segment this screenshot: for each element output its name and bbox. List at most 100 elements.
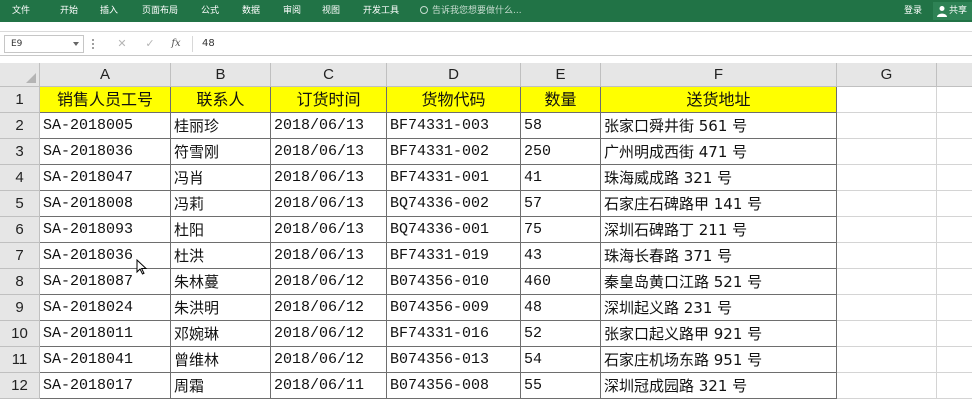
row-header[interactable]: 12	[0, 373, 40, 399]
table-cell[interactable]: 2018/06/12	[271, 321, 387, 347]
column-header-b[interactable]: B	[171, 63, 271, 87]
table-cell[interactable]: 54	[521, 347, 601, 373]
table-cell[interactable]: BQ74336-002	[387, 191, 521, 217]
row-header[interactable]: 1	[0, 87, 40, 113]
table-cell[interactable]: 符雪刚	[171, 139, 271, 165]
cell-empty[interactable]	[937, 87, 972, 113]
select-all-button[interactable]	[0, 63, 40, 87]
cell-header[interactable]: 数量	[521, 87, 601, 113]
tab-insert[interactable]: 插入	[100, 0, 118, 22]
cell-header[interactable]: 销售人员工号	[40, 87, 171, 113]
formula-bar-grip[interactable]	[92, 39, 94, 49]
table-cell[interactable]: 深圳起义路 231 号	[601, 295, 837, 321]
table-cell[interactable]: 48	[521, 295, 601, 321]
table-cell[interactable]: SA-2018008	[40, 191, 171, 217]
row-header[interactable]: 10	[0, 321, 40, 347]
tab-home[interactable]: 开始	[60, 0, 78, 22]
table-cell[interactable]: SA-2018024	[40, 295, 171, 321]
table-cell[interactable]: B074356-010	[387, 269, 521, 295]
row-header[interactable]: 9	[0, 295, 40, 321]
cell-empty[interactable]	[837, 295, 937, 321]
table-cell[interactable]: 2018/06/12	[271, 295, 387, 321]
table-cell[interactable]: 2018/06/12	[271, 347, 387, 373]
row-header[interactable]: 7	[0, 243, 40, 269]
table-cell[interactable]: SA-2018017	[40, 373, 171, 399]
cell-empty[interactable]	[837, 165, 937, 191]
table-cell[interactable]: 55	[521, 373, 601, 399]
table-cell[interactable]: 珠海长春路 371 号	[601, 243, 837, 269]
cell-empty[interactable]	[937, 347, 972, 373]
tab-developer[interactable]: 开发工具	[363, 0, 399, 22]
cell-empty[interactable]	[937, 217, 972, 243]
cancel-icon[interactable]: ✕	[114, 36, 130, 52]
row-header[interactable]: 8	[0, 269, 40, 295]
column-header-d[interactable]: D	[387, 63, 521, 87]
insert-function-icon[interactable]: fx	[168, 36, 184, 52]
column-header-a[interactable]: A	[40, 63, 171, 87]
table-cell[interactable]: 2018/06/11	[271, 373, 387, 399]
column-header-h[interactable]	[937, 63, 972, 87]
table-cell[interactable]: 秦皇岛黄口江路 521 号	[601, 269, 837, 295]
row-header[interactable]: 4	[0, 165, 40, 191]
chevron-down-icon[interactable]	[73, 42, 79, 46]
cell-empty[interactable]	[937, 139, 972, 165]
table-cell[interactable]: SA-2018011	[40, 321, 171, 347]
table-cell[interactable]: 2018/06/13	[271, 113, 387, 139]
name-box[interactable]: E9	[4, 35, 84, 53]
table-cell[interactable]: B074356-013	[387, 347, 521, 373]
column-header-f[interactable]: F	[601, 63, 837, 87]
cell-header[interactable]: 送货地址	[601, 87, 837, 113]
table-cell[interactable]: BF74331-019	[387, 243, 521, 269]
table-cell[interactable]: SA-2018047	[40, 165, 171, 191]
cell-empty[interactable]	[937, 321, 972, 347]
table-cell[interactable]: SA-2018093	[40, 217, 171, 243]
table-cell[interactable]: 250	[521, 139, 601, 165]
cell-header[interactable]: 联系人	[171, 87, 271, 113]
cell-empty[interactable]	[937, 113, 972, 139]
table-cell[interactable]: 邓婉琳	[171, 321, 271, 347]
table-cell[interactable]: SA-2018005	[40, 113, 171, 139]
cell-empty[interactable]	[837, 269, 937, 295]
table-cell[interactable]: SA-2018036	[40, 243, 171, 269]
table-cell[interactable]: 58	[521, 113, 601, 139]
table-cell[interactable]: 曾维林	[171, 347, 271, 373]
table-cell[interactable]: 朱林蔓	[171, 269, 271, 295]
cell-empty[interactable]	[837, 243, 937, 269]
tab-review[interactable]: 审阅	[283, 0, 301, 22]
table-cell[interactable]: 2018/06/13	[271, 191, 387, 217]
table-cell[interactable]: 52	[521, 321, 601, 347]
column-header-c[interactable]: C	[271, 63, 387, 87]
table-cell[interactable]: 杜洪	[171, 243, 271, 269]
formula-input[interactable]: 48	[202, 36, 215, 52]
cell-empty[interactable]	[937, 295, 972, 321]
table-cell[interactable]: 张家口起义路甲 921 号	[601, 321, 837, 347]
table-cell[interactable]: 冯莉	[171, 191, 271, 217]
cell-empty[interactable]	[837, 321, 937, 347]
table-cell[interactable]: 43	[521, 243, 601, 269]
table-cell[interactable]: 石家庄石碑路甲 141 号	[601, 191, 837, 217]
share-button[interactable]: 共享	[933, 2, 972, 20]
table-cell[interactable]: 珠海威成路 321 号	[601, 165, 837, 191]
table-cell[interactable]: BF74331-001	[387, 165, 521, 191]
table-cell[interactable]: 41	[521, 165, 601, 191]
table-cell[interactable]: 冯肖	[171, 165, 271, 191]
cell-empty[interactable]	[937, 269, 972, 295]
table-cell[interactable]: 张家口舜井街 561 号	[601, 113, 837, 139]
table-cell[interactable]: 57	[521, 191, 601, 217]
cell-empty[interactable]	[837, 347, 937, 373]
cell-empty[interactable]	[837, 217, 937, 243]
cell-empty[interactable]	[937, 165, 972, 191]
cell-header[interactable]: 货物代码	[387, 87, 521, 113]
table-cell[interactable]: BF74331-016	[387, 321, 521, 347]
table-cell[interactable]: 石家庄机场东路 951 号	[601, 347, 837, 373]
table-cell[interactable]: 朱洪明	[171, 295, 271, 321]
table-cell[interactable]: SA-2018087	[40, 269, 171, 295]
row-header[interactable]: 2	[0, 113, 40, 139]
row-header[interactable]: 11	[0, 347, 40, 373]
table-cell[interactable]: B074356-009	[387, 295, 521, 321]
cell-empty[interactable]	[837, 373, 937, 399]
table-cell[interactable]: 桂丽珍	[171, 113, 271, 139]
table-cell[interactable]: 2018/06/12	[271, 269, 387, 295]
cell-empty[interactable]	[837, 139, 937, 165]
table-cell[interactable]: 2018/06/13	[271, 243, 387, 269]
